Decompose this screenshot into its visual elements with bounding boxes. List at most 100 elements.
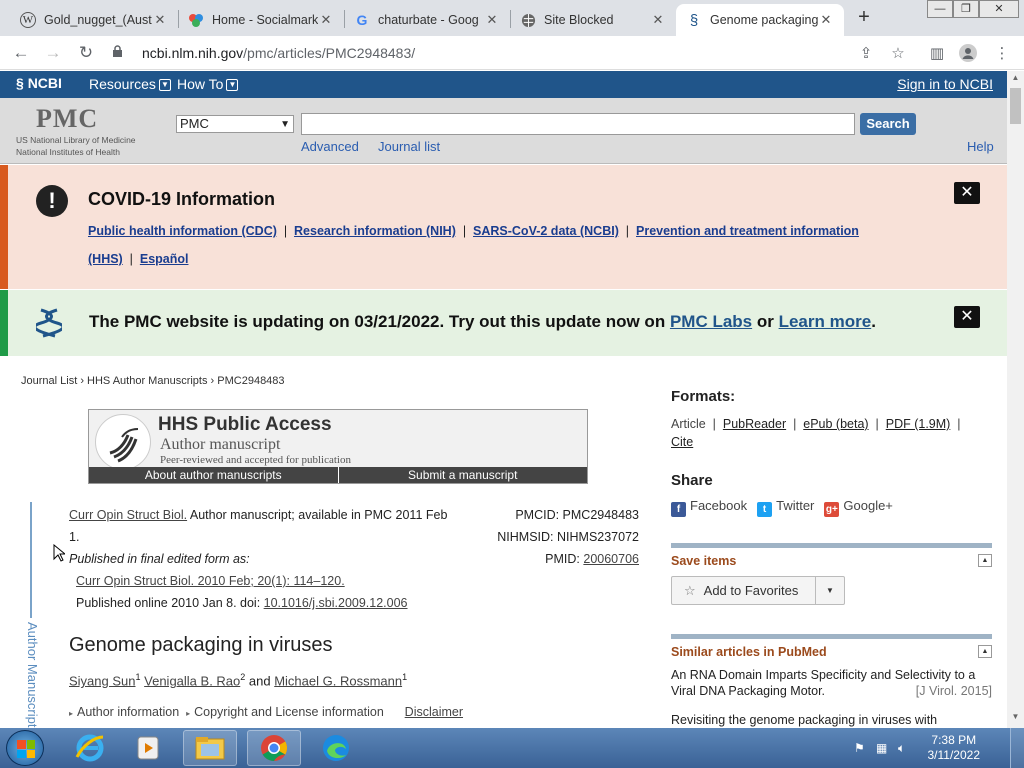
espanol-link[interactable]: Español [140,252,189,266]
media-player-icon[interactable] [121,730,175,766]
format-pdf[interactable]: PDF (1.9M) [886,417,951,431]
profile-avatar-icon[interactable] [958,44,978,64]
bookmark-star-icon[interactable]: ☆ [888,44,908,64]
address-bar[interactable]: ncbi.nlm.nih.gov/pmc/articles/PMC2948483… [112,39,922,67]
scroll-down-icon[interactable]: ▼ [1007,712,1024,726]
collapse-toggle-icon[interactable]: ▲ [978,645,992,658]
format-article[interactable]: Article [671,417,706,431]
close-update-banner-button[interactable]: ✕ [954,306,980,328]
advanced-search-link[interactable]: Advanced [301,139,359,154]
system-clock[interactable]: 7:38 PM 3/11/2022 [928,733,981,763]
pmc-logo[interactable]: PMC US National Library of Medicine Nati… [16,104,146,158]
browser-tab-3[interactable]: G chaturbate - Goog ✕ [344,4,510,36]
save-items-header[interactable]: Save items ▲ [671,543,992,568]
search-input[interactable] [301,113,855,135]
pmc-header: PMC US National Library of Medicine Nati… [0,98,1007,164]
close-window-button[interactable]: ✕ [979,0,1019,18]
author-link[interactable]: Venigalla B. Rao [144,673,240,688]
side-panel-icon[interactable]: ▥ [927,44,947,64]
author-link[interactable]: Michael G. Rossmann [274,673,402,688]
database-select[interactable]: PMC ▼ [176,115,294,133]
close-tab-icon[interactable]: ✕ [818,12,834,28]
network-icon[interactable]: ▦ [876,741,887,755]
breadcrumb-current: PMC2948483 [217,375,285,387]
ncbi-logo[interactable]: § NCBI [16,75,62,91]
nih-link[interactable]: Research information (NIH) [294,224,456,238]
minimize-button[interactable]: — [927,0,953,18]
browser-tab-4[interactable]: Site Blocked ✕ [510,4,676,36]
back-button[interactable]: ← [10,42,32,64]
new-tab-button[interactable]: + [852,6,876,30]
update-banner: The PMC website is updating on 03/21/202… [0,290,1007,356]
covid-links: Public health information (CDC) | Resear… [88,224,859,266]
browser-tab-1[interactable]: W Gold_nugget_(Aust ✕ [10,4,178,36]
menu-dots-icon[interactable]: ⋮ [992,44,1012,64]
journal-link[interactable]: Curr Opin Struct Biol. [69,508,187,522]
similar-article-item[interactable]: An RNA Domain Imparts Specificity and Se… [671,667,992,699]
format-epub[interactable]: ePub (beta) [803,417,868,431]
breadcrumb-journal-list[interactable]: Journal List [21,375,77,387]
add-to-favorites-button[interactable]: ☆ Add to Favorites ▼ [671,576,845,605]
page-scrollbar[interactable]: ▲ ▼ [1007,71,1024,728]
learn-more-link[interactable]: Learn more [779,312,872,331]
cdc-link[interactable]: Public health information (CDC) [88,224,277,238]
pmid-link[interactable]: 20060706 [583,552,639,566]
nihmsid: NIHMSID: NIHMS237072 [497,530,639,544]
help-link[interactable]: Help [967,139,994,154]
search-button[interactable]: Search [860,113,916,135]
share-googleplus[interactable]: g+ Google+ [824,498,893,517]
collapse-toggle-icon[interactable]: ▲ [978,554,992,567]
copyright-toggle[interactable]: Copyright and License information [194,705,384,719]
browser-tab-2[interactable]: Home - Socialmark ✕ [178,4,344,36]
author-information-toggle[interactable]: Author information [77,705,179,719]
star-icon: ☆ [684,583,696,598]
hhs-public-access-box: HHS Public Access Author manuscript Peer… [88,409,588,484]
edge-icon[interactable] [309,730,363,766]
scroll-up-icon[interactable]: ▲ [1007,73,1024,87]
google-plus-icon: g+ [824,502,840,517]
action-center-icon[interactable]: ⚑ [854,741,865,755]
breadcrumb-hhs[interactable]: HHS Author Manuscripts [87,375,207,387]
doi-link[interactable]: 10.1016/j.sbi.2009.12.006 [264,596,408,610]
volume-icon[interactable]: 🔈︎ [898,741,905,756]
about-author-manuscripts-link[interactable]: About author manuscripts [89,467,338,483]
howto-menu[interactable]: How To ▼ [177,76,239,92]
author-link[interactable]: Siyang Sun [69,673,136,688]
internet-explorer-icon[interactable] [63,730,117,766]
submit-manuscript-link[interactable]: Submit a manuscript [337,467,588,483]
alert-icon: ! [36,185,68,217]
final-reference-link[interactable]: Curr Opin Struct Biol. 2010 Feb; 20(1): … [76,574,345,588]
format-cite[interactable]: Cite [671,435,693,449]
share-icon[interactable]: ⇪ [856,44,876,64]
share-facebook[interactable]: f Facebook [671,498,747,517]
chrome-icon[interactable] [247,730,301,766]
close-tab-icon[interactable]: ✕ [152,12,168,28]
system-tray: ⚑ ▦ 🔈︎ 7:38 PM 3/11/2022 [854,728,1024,768]
show-desktop-button[interactable] [1010,728,1024,768]
ncbi-logo-icon: § [16,75,24,91]
resources-menu[interactable]: Resources ▼ [89,76,171,92]
reload-button[interactable]: ↻ [75,42,97,64]
disclaimer-link[interactable]: Disclaimer [405,705,463,719]
file-explorer-icon[interactable] [183,730,237,766]
restore-button[interactable]: ❐ [953,0,979,18]
chevron-down-icon[interactable]: ▼ [815,577,844,604]
scrollbar-thumb[interactable] [1010,88,1021,124]
share-twitter[interactable]: t Twitter [757,498,814,517]
start-button[interactable] [6,730,44,766]
close-tab-icon[interactable]: ✕ [650,12,666,28]
similar-articles-header[interactable]: Similar articles in PubMed ▲ [671,634,992,659]
close-tab-icon[interactable]: ✕ [484,12,500,28]
similar-article-item[interactable]: Revisiting the genome packaging in virus… [671,712,992,728]
close-tab-icon[interactable]: ✕ [318,12,334,28]
author-manuscript-side-label: Author Manuscript [25,622,40,728]
browser-tab-5-active[interactable]: § Genome packaging ✕ [676,4,844,36]
ncbi-data-link[interactable]: SARS-CoV-2 data (NCBI) [473,224,619,238]
journal-list-link[interactable]: Journal list [378,139,440,154]
forward-button[interactable]: → [42,42,64,64]
sign-in-link[interactable]: Sign in to NCBI [897,76,993,92]
pmc-labs-link[interactable]: PMC Labs [670,312,752,331]
close-covid-banner-button[interactable]: ✕ [954,182,980,204]
format-pubreader[interactable]: PubReader [723,417,786,431]
socialmark-icon [188,12,204,28]
